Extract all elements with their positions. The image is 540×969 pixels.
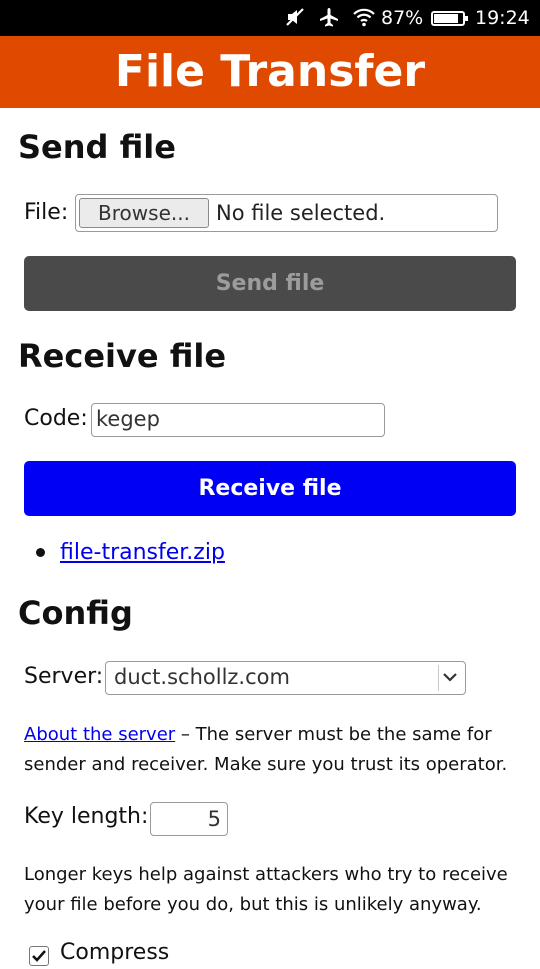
server-label: Server: — [24, 664, 104, 689]
wifi-icon — [352, 6, 376, 33]
no-file-text: No file selected. — [216, 201, 386, 225]
battery-level — [434, 14, 458, 23]
server-select[interactable]: duct.schollz.com — [105, 661, 466, 695]
airplane-icon — [318, 6, 340, 33]
app-title: File Transfer — [0, 36, 540, 108]
chevron-down-icon[interactable] — [438, 665, 462, 691]
file-picker[interactable]: Browse... No file selected. — [75, 194, 498, 232]
config-heading: Config — [18, 594, 133, 632]
received-file-link[interactable]: file-transfer.zip — [60, 540, 225, 565]
browse-button[interactable]: Browse... — [79, 198, 209, 228]
received-file-list: file-transfer.zip — [36, 540, 225, 565]
receive-file-heading: Receive file — [18, 337, 227, 375]
code-input[interactable]: kegep — [91, 403, 385, 437]
checkmark-icon — [32, 950, 46, 962]
list-bullet — [36, 548, 45, 557]
key-length-note: Longer keys help against attackers who t… — [24, 864, 508, 915]
server-select-value: duct.schollz.com — [114, 665, 290, 689]
battery-percent: 87% — [381, 7, 424, 29]
server-note: About the server – The server must be th… — [24, 720, 519, 780]
compress-checkbox[interactable] — [29, 946, 49, 966]
send-file-button[interactable]: Send file — [24, 256, 516, 311]
code-label: Code: — [24, 406, 88, 431]
key-length-label: Key length: — [24, 804, 149, 829]
about-server-link[interactable]: About the server — [24, 724, 175, 745]
status-icons — [284, 6, 376, 33]
key-length-input[interactable]: 5 — [150, 802, 228, 836]
file-label: File: — [24, 200, 69, 225]
battery-icon — [431, 11, 468, 26]
send-file-heading: Send file — [18, 128, 176, 166]
status-bar: 87% 19:24 — [0, 0, 540, 36]
clock: 19:24 — [475, 7, 530, 29]
mute-icon — [284, 6, 306, 33]
receive-file-button[interactable]: Receive file — [24, 461, 516, 516]
compress-label: Compress — [60, 940, 170, 965]
